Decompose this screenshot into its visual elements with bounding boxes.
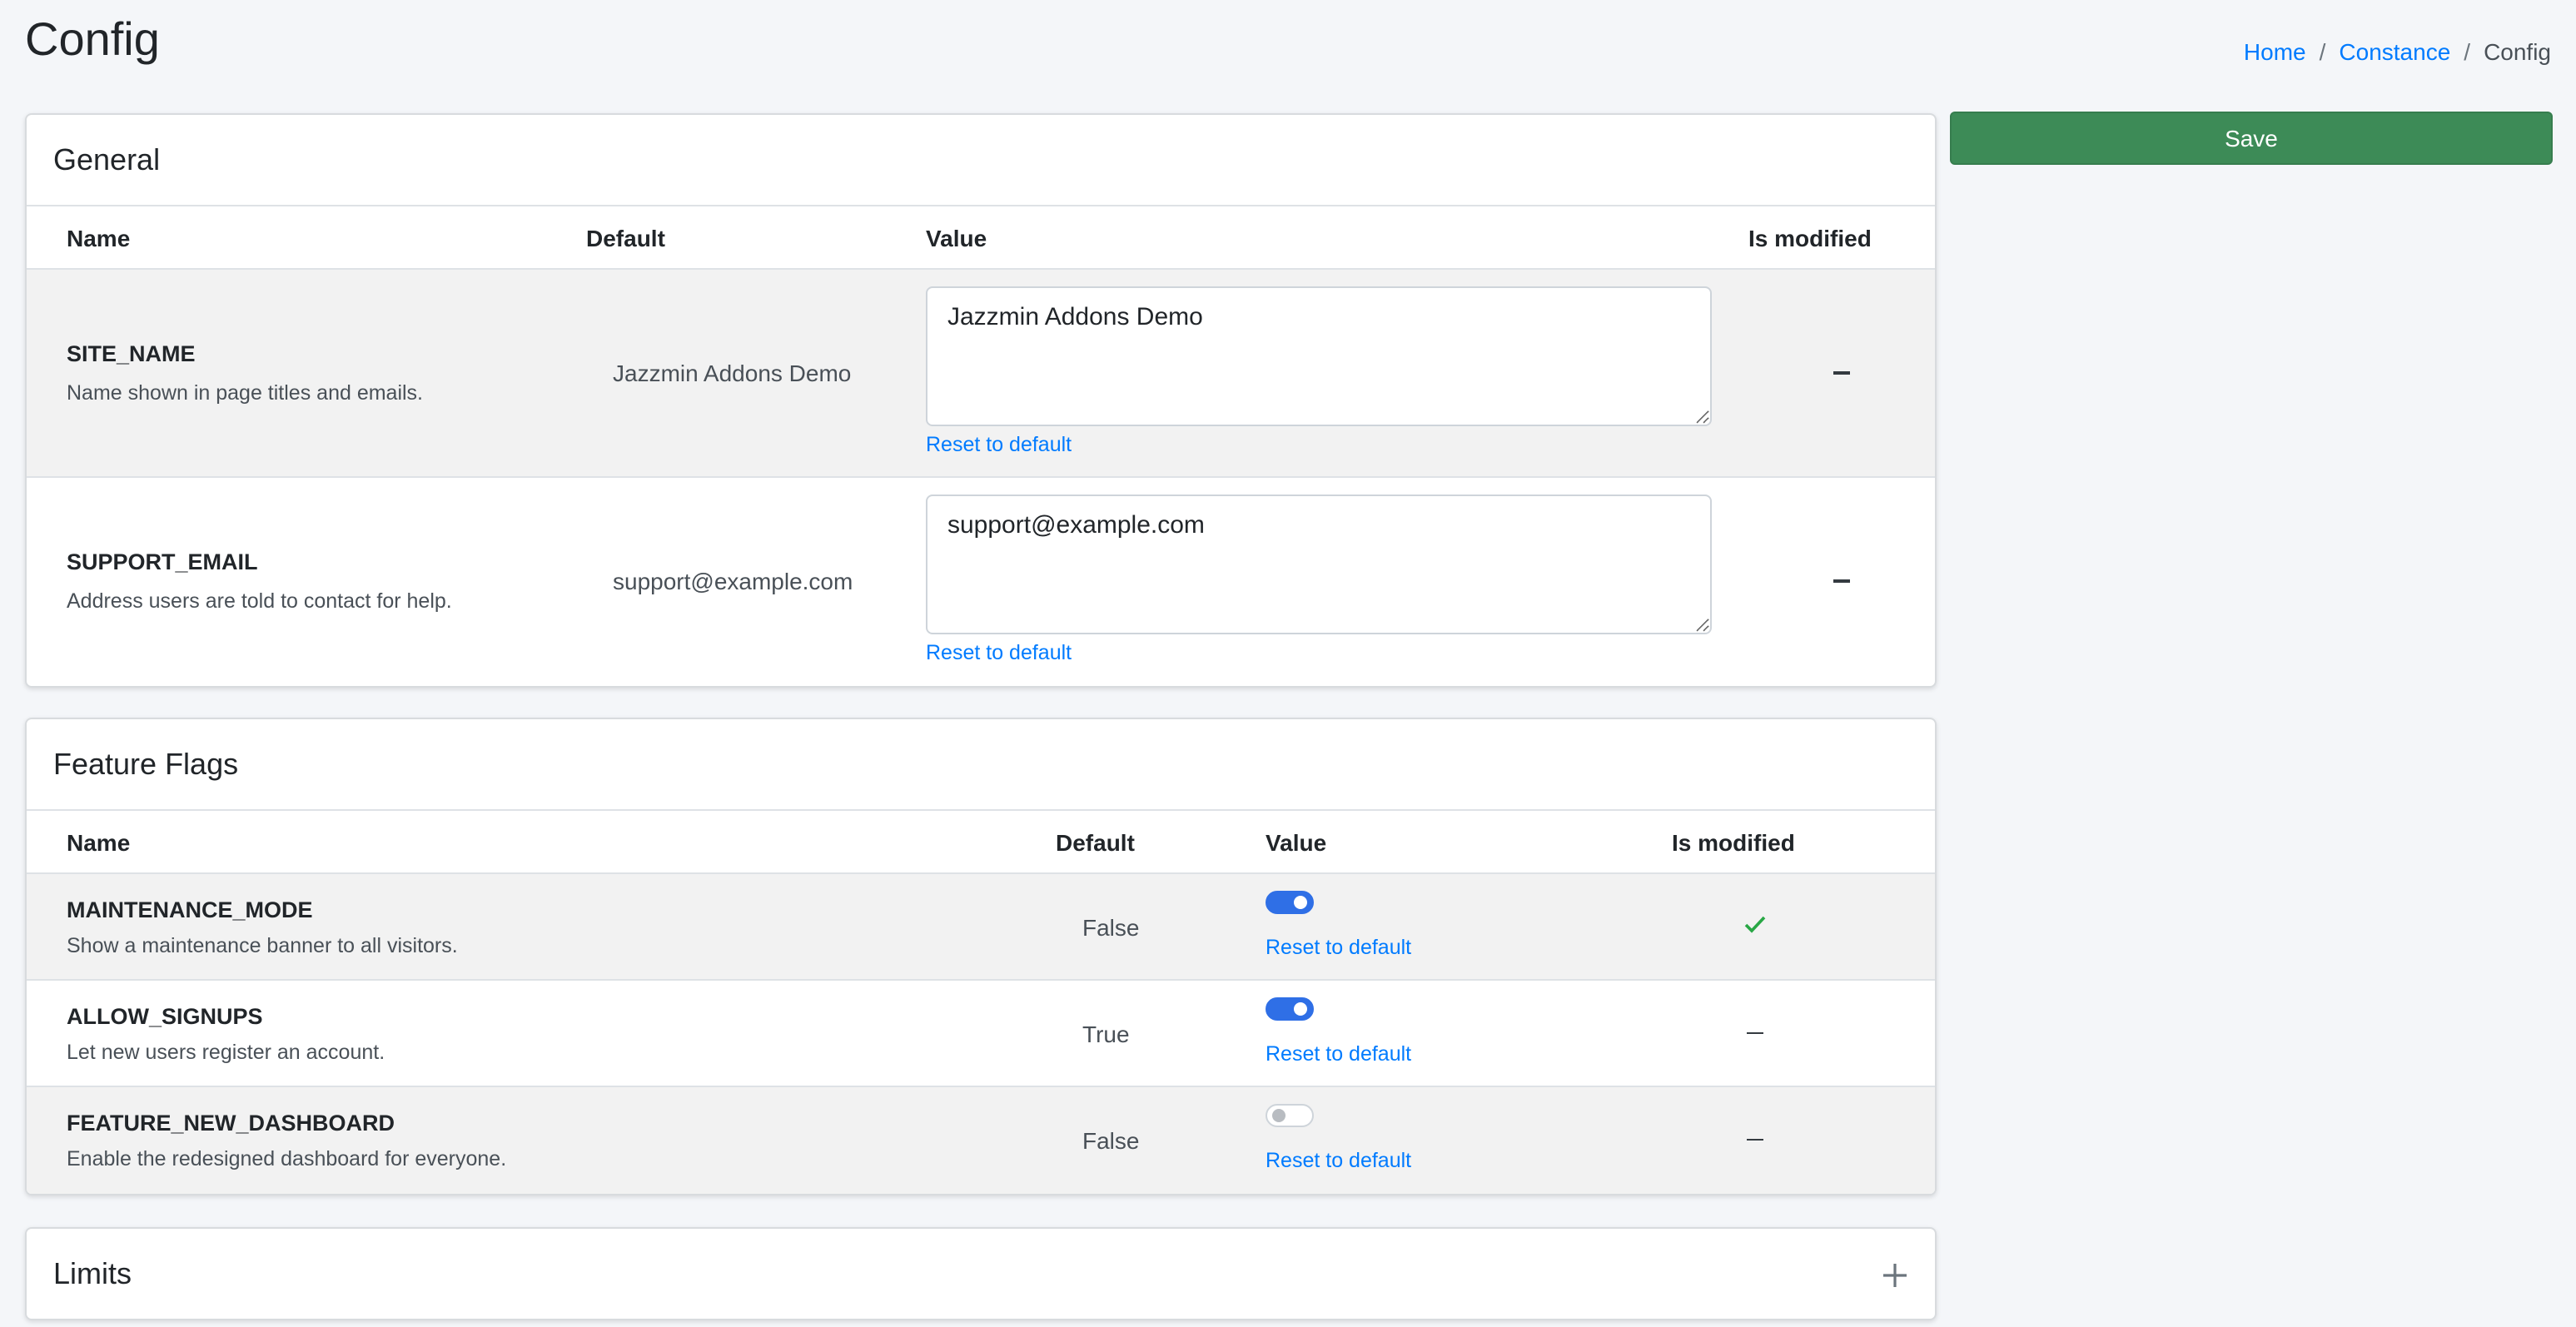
limits-card-header[interactable]: Limits	[27, 1229, 1935, 1319]
plus-icon[interactable]	[1883, 1264, 1907, 1287]
general-card-title: General	[27, 115, 1935, 206]
field-help-text: Name shown in page titles and emails.	[67, 381, 424, 405]
field-help-text: Enable the redesigned dashboard for ever…	[67, 1146, 507, 1170]
column-header-default: Default	[586, 206, 926, 270]
general-card: General Name Default Value Is modified S…	[25, 113, 1937, 687]
default-value: support@example.com	[586, 476, 926, 685]
breadcrumb-separator: /	[2319, 38, 2326, 65]
breadcrumb: Home / Constance / Config	[2244, 38, 2551, 65]
is-modified-cell	[1585, 873, 1935, 980]
reset-to-default-link[interactable]: Reset to default	[926, 642, 1072, 665]
field-name: SITE_NAME	[67, 341, 196, 366]
default-value: True	[999, 979, 1266, 1086]
table-header-row: Name Default Value Is modified	[27, 811, 1935, 874]
field-name: ALLOW_SIGNUPS	[67, 1003, 263, 1028]
column-header-value: Value	[1266, 811, 1585, 874]
column-header-name: Name	[27, 206, 586, 270]
table-row: SUPPORT_EMAIL Address users are told to …	[27, 476, 1935, 685]
is-modified-cell	[1585, 979, 1935, 1086]
table-row: SITE_NAME Name shown in page titles and …	[27, 269, 1935, 477]
breadcrumb-current: Config	[2484, 38, 2551, 65]
dash-icon	[1747, 1138, 1763, 1141]
is-modified-cell	[1748, 269, 1935, 477]
maintenance-mode-toggle[interactable]	[1266, 891, 1314, 914]
page: Config Home / Constance / Config Save Ge…	[0, 0, 2576, 1327]
name-cell: SITE_NAME Name shown in page titles and …	[27, 269, 586, 477]
feature-flags-card-title: Feature Flags	[27, 719, 1935, 811]
name-cell: ALLOW_SIGNUPS Let new users register an …	[27, 979, 999, 1086]
site-name-input[interactable]	[926, 286, 1712, 426]
reset-to-default-link[interactable]: Reset to default	[1266, 1150, 1411, 1173]
dash-icon	[1833, 371, 1850, 375]
field-name: FEATURE_NEW_DASHBOARD	[67, 1110, 395, 1136]
default-value: Jazzmin Addons Demo	[586, 269, 926, 477]
allow-signups-toggle[interactable]	[1266, 997, 1314, 1021]
table-row: FEATURE_NEW_DASHBOARD Enable the redesig…	[27, 1086, 1935, 1193]
toggle-knob	[1294, 1002, 1307, 1016]
default-value: False	[999, 873, 1266, 980]
breadcrumb-constance-link[interactable]: Constance	[2339, 38, 2450, 65]
table-row: MAINTENANCE_MODE Show a maintenance bann…	[27, 873, 1935, 980]
field-help-text: Let new users register an account.	[67, 1040, 385, 1063]
name-cell: MAINTENANCE_MODE Show a maintenance bann…	[27, 873, 999, 980]
column-header-is-modified: Is modified	[1748, 206, 1935, 270]
table-row: ALLOW_SIGNUPS Let new users register an …	[27, 979, 1935, 1086]
breadcrumb-home-link[interactable]: Home	[2244, 38, 2306, 65]
feature-flags-table: Name Default Value Is modified MAINTENAN…	[27, 811, 1935, 1193]
value-cell: Reset to default	[926, 269, 1748, 477]
field-name: MAINTENANCE_MODE	[67, 897, 313, 922]
dash-icon	[1747, 1031, 1763, 1035]
limits-card-title: Limits	[53, 1256, 132, 1290]
toggle-knob	[1272, 1109, 1286, 1123]
reset-to-default-link[interactable]: Reset to default	[1266, 936, 1411, 959]
column-header-value: Value	[926, 206, 1748, 270]
breadcrumb-separator: /	[2464, 38, 2471, 65]
feature-new-dashboard-toggle[interactable]	[1266, 1104, 1314, 1128]
table-header-row: Name Default Value Is modified	[27, 206, 1935, 270]
name-cell: SUPPORT_EMAIL Address users are told to …	[27, 476, 586, 685]
reset-to-default-link[interactable]: Reset to default	[926, 433, 1072, 456]
field-help-text: Show a maintenance banner to all visitor…	[67, 933, 458, 957]
save-button[interactable]: Save	[1950, 112, 2553, 165]
value-cell: Reset to default	[1266, 873, 1585, 980]
name-cell: FEATURE_NEW_DASHBOARD Enable the redesig…	[27, 1086, 999, 1193]
support-email-input[interactable]	[926, 495, 1712, 635]
column-header-name: Name	[27, 811, 999, 874]
check-icon	[1744, 915, 1766, 932]
is-modified-cell	[1748, 476, 1935, 685]
dash-icon	[1833, 579, 1850, 583]
field-help-text: Address users are told to contact for he…	[67, 589, 452, 614]
reset-to-default-link[interactable]: Reset to default	[1266, 1042, 1411, 1066]
column-header-is-modified: Is modified	[1585, 811, 1935, 874]
feature-flags-card: Feature Flags Name Default Value Is modi…	[25, 718, 1937, 1195]
page-title: Config	[25, 13, 160, 65]
value-cell: Reset to default	[926, 476, 1748, 685]
column-header-default: Default	[999, 811, 1266, 874]
general-table: Name Default Value Is modified SITE_NAME…	[27, 206, 1935, 685]
value-cell: Reset to default	[1266, 979, 1585, 1086]
value-cell: Reset to default	[1266, 1086, 1585, 1193]
field-name: SUPPORT_EMAIL	[67, 549, 258, 575]
default-value: False	[999, 1086, 1266, 1193]
is-modified-cell	[1585, 1086, 1935, 1193]
limits-card[interactable]: Limits	[25, 1227, 1937, 1320]
toggle-knob	[1294, 896, 1307, 909]
